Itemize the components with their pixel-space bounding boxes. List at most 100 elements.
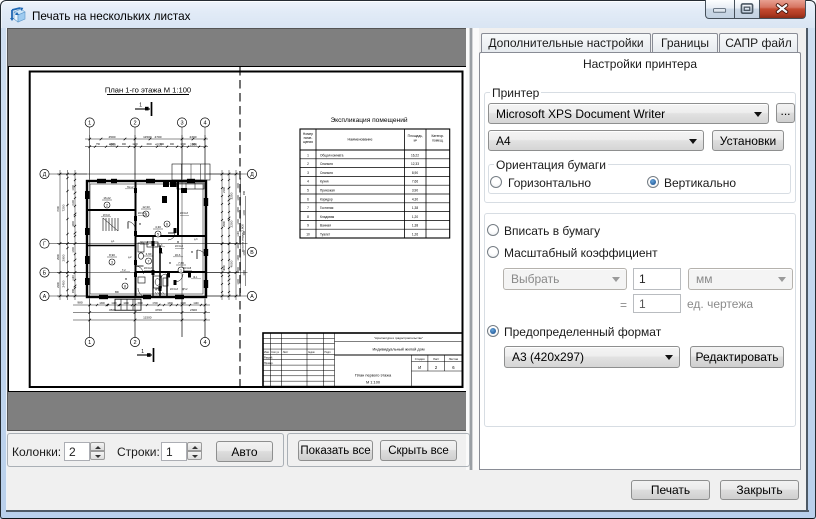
svg-text:5: 5 [307, 189, 309, 193]
svg-text:2100: 2100 [222, 187, 226, 193]
svg-text:Разраб.: Разраб. [264, 357, 273, 360]
svg-text:1200: 1200 [243, 210, 246, 216]
svg-text:12,33: 12,33 [142, 205, 150, 209]
svg-text:16,22: 16,22 [411, 153, 419, 157]
svg-text:1200: 1200 [180, 302, 186, 305]
svg-text:5: 5 [157, 233, 159, 237]
svg-text:4700: 4700 [155, 308, 162, 312]
svg-text:2900: 2900 [62, 254, 66, 261]
svg-text:А: А [43, 294, 47, 300]
svg-text:2100: 2100 [72, 200, 75, 206]
svg-text:1400: 1400 [243, 250, 246, 256]
svg-text:Ж-1: Ж-1 [193, 276, 198, 279]
svg-text:2ОЧ1-8: 2ОЧ1-8 [180, 213, 189, 215]
svg-text:1400: 1400 [109, 143, 115, 146]
svg-text:2ОЧ1-8: 2ОЧ1-8 [144, 268, 153, 270]
svg-text:Гостиная: Гостиная [320, 206, 334, 210]
svg-text:1: 1 [139, 103, 142, 109]
svg-text:1100: 1100 [237, 231, 240, 237]
svg-text:1: 1 [88, 340, 91, 346]
svg-text:1400: 1400 [72, 247, 75, 253]
svg-text:4,30: 4,30 [155, 225, 161, 229]
svg-text:Коридор: Коридор [320, 197, 333, 201]
svg-text:М 1:100: М 1:100 [366, 380, 381, 385]
svg-text:1,38: 1,38 [412, 224, 418, 228]
svg-text:Б: Б [43, 271, 47, 277]
svg-text:980: 980 [77, 301, 82, 305]
svg-text:1200: 1200 [132, 143, 138, 146]
svg-text:2200: 2200 [230, 220, 234, 227]
svg-text:1200: 1200 [237, 195, 240, 201]
svg-text:900: 900 [170, 143, 175, 146]
svg-text:СУ-3: СУ-3 [157, 244, 163, 247]
svg-text:2: 2 [133, 340, 136, 346]
svg-text:Д: Д [250, 172, 254, 178]
svg-text:1: 1 [180, 269, 182, 273]
svg-text:1100: 1100 [193, 302, 199, 305]
svg-text:Лист: Лист [433, 357, 440, 361]
svg-text:900: 900 [122, 143, 127, 146]
svg-text:1200: 1200 [237, 279, 240, 285]
svg-text:ДН-1: ДН-1 [155, 288, 161, 291]
svg-text:8,90: 8,90 [412, 171, 418, 175]
svg-text:А: А [250, 294, 254, 300]
svg-text:1200: 1200 [180, 143, 186, 146]
svg-text:10: 10 [306, 233, 310, 237]
svg-text:7000: 7000 [56, 206, 60, 212]
svg-text:4500: 4500 [109, 135, 116, 139]
svg-text:12,33: 12,33 [411, 162, 419, 166]
svg-text:4000: 4000 [230, 260, 234, 267]
svg-text:6: 6 [166, 223, 168, 227]
svg-text:Спальня: Спальня [320, 162, 333, 166]
svg-text:Подп: Подп [325, 351, 332, 354]
svg-text:Кол.уч: Кол.уч [272, 351, 280, 354]
svg-text:3: 3 [180, 121, 183, 127]
svg-text:1300: 1300 [167, 302, 173, 305]
svg-text:2900: 2900 [56, 254, 60, 260]
svg-text:1800: 1800 [72, 221, 75, 227]
svg-text:7,66: 7,66 [412, 180, 418, 184]
svg-text:6: 6 [307, 197, 309, 201]
svg-text:1200: 1200 [72, 185, 75, 191]
svg-text:Ванная: Ванная [320, 224, 331, 228]
svg-text:"Архитектура и градостроительс: "Архитектура и градостроительство" [374, 336, 423, 340]
svg-text:1300: 1300 [99, 302, 105, 305]
svg-text:Прихожая: Прихожая [320, 189, 335, 193]
svg-text:1,38: 1,38 [412, 206, 418, 210]
svg-text:8: 8 [124, 285, 126, 289]
svg-text:Лист: Лист [283, 351, 289, 354]
svg-text:Стадия: Стадия [415, 357, 425, 361]
svg-text:3,90: 3,90 [146, 252, 152, 256]
svg-text:Г: Г [43, 242, 46, 248]
svg-text:4: 4 [203, 340, 206, 346]
svg-text:3200: 3200 [230, 192, 234, 199]
svg-text:2: 2 [106, 204, 108, 208]
svg-text:Изм.: Изм. [264, 351, 270, 354]
svg-text:щения: щения [303, 140, 313, 144]
svg-text:План первого этажа: План первого этажа [355, 373, 392, 378]
svg-text:1300: 1300 [237, 255, 240, 261]
svg-text:1: 1 [307, 153, 309, 157]
svg-text:2900: 2900 [222, 221, 226, 227]
svg-text:КО-6: КО-6 [175, 254, 181, 257]
svg-text:900: 900 [72, 288, 75, 293]
svg-text:помещ.: помещ. [432, 139, 443, 143]
svg-text:3,90: 3,90 [412, 189, 418, 193]
svg-text:Общая комната: Общая комната [320, 153, 344, 157]
svg-text:Спальня: Спальня [320, 171, 333, 175]
svg-text:7: 7 [148, 260, 150, 264]
svg-text:1400: 1400 [237, 219, 240, 225]
svg-text:1,20: 1,20 [412, 215, 418, 219]
svg-text:Категор.: Категор. [431, 134, 444, 138]
svg-text:4700: 4700 [155, 135, 162, 139]
svg-text:4600: 4600 [222, 265, 226, 271]
svg-text:Экспликация помещений: Экспликация помещений [330, 116, 407, 124]
svg-text:1: 1 [141, 349, 144, 355]
svg-text:Листов: Листов [449, 357, 459, 361]
svg-text:900: 900 [192, 143, 197, 146]
svg-text:900: 900 [243, 190, 246, 195]
svg-text:4,30: 4,30 [412, 197, 418, 201]
svg-text:Д: Д [43, 172, 47, 178]
svg-text:7,66: 7,66 [178, 261, 184, 265]
svg-text:ДН-2: ДН-2 [182, 288, 188, 291]
